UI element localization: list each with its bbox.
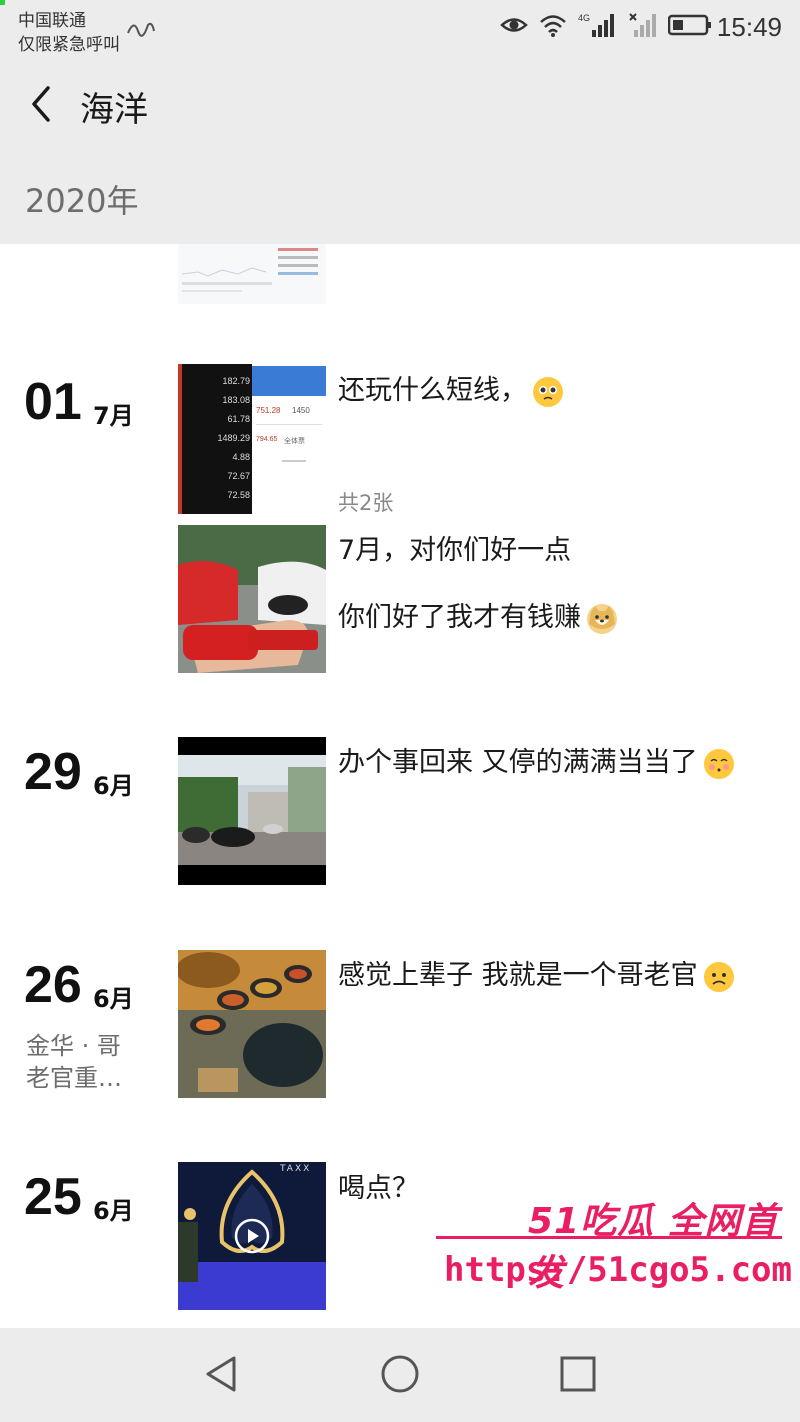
stock-value: 72.58	[227, 490, 250, 500]
post-text: 你们好了我才有钱赚	[338, 595, 617, 634]
post-month: 7月	[93, 402, 134, 430]
stock-right-value: 全体票	[284, 437, 305, 445]
post-text: 7月，对你们好一点	[338, 535, 572, 566]
frowning-face-emoji-icon	[703, 961, 734, 992]
post-text: 办个事回来 又停的满满当当了	[338, 740, 734, 779]
header-bar: 海洋 2020年	[0, 58, 800, 244]
status-bar: 中国联通 仅限紧急呼叫 4G 15:49	[0, 0, 800, 58]
status-icons: 4G	[500, 12, 712, 38]
eye-icon	[500, 18, 528, 32]
network-label: 4G	[578, 13, 590, 23]
pleading-face-emoji-icon	[533, 376, 563, 407]
bar-sign: TAXX	[280, 1164, 312, 1174]
post-day: 25	[24, 1168, 82, 1226]
recents-square-icon[interactable]	[556, 1352, 600, 1396]
post-day: 01	[24, 373, 82, 431]
post-thumbnail-food[interactable]	[178, 950, 326, 1098]
battery-icon	[668, 14, 711, 36]
notification-dot	[0, 0, 5, 5]
post-text: 喝点？	[338, 1173, 419, 1204]
stock-value: 72.67	[227, 471, 250, 481]
post-thumbnail-cars[interactable]	[178, 525, 326, 673]
home-circle-icon[interactable]	[378, 1352, 422, 1396]
stock-value: 1489.29	[217, 433, 250, 443]
page-title: 海洋	[80, 90, 148, 130]
stock-right-value: 751.28	[256, 406, 281, 415]
blushing-face-emoji-icon	[703, 748, 734, 779]
signature-mark-icon	[126, 17, 156, 45]
stock-value: 182.79	[222, 376, 250, 386]
watermark-divider	[436, 1236, 782, 1239]
year-label: 2020年	[25, 182, 139, 220]
post-thumbnail-bar-video[interactable]: TAXX	[178, 1162, 326, 1310]
post-text: 感觉上辈子 我就是一个哥老官	[338, 953, 734, 992]
play-icon[interactable]	[234, 1218, 270, 1254]
carrier-status: 仅限紧急呼叫	[18, 35, 120, 55]
post-thumbnail-stock[interactable]: 182.79 183.08 61.78 1489.29 4.88 72.67 7…	[178, 364, 326, 514]
stock-value: 4.88	[232, 452, 250, 462]
clock: 15:49	[716, 12, 782, 42]
system-nav-bar	[0, 1328, 800, 1422]
stock-value: 183.08	[222, 395, 250, 405]
post-month: 6月	[93, 772, 134, 800]
stock-right-value: 1450	[292, 406, 310, 415]
image-count: 共2张	[338, 491, 394, 515]
carrier-name: 中国联通	[18, 11, 86, 31]
stock-right-value: 794.65	[256, 436, 278, 443]
post-day: 26	[24, 956, 82, 1014]
location-label: 老官重…	[26, 1064, 122, 1092]
post-thumbnail-parking[interactable]	[178, 737, 326, 885]
no-signal-icon	[629, 13, 656, 37]
back-arrow-icon[interactable]	[28, 82, 68, 126]
location-label: 金华 · 哥	[26, 1032, 121, 1060]
doge-emoji-icon	[587, 603, 617, 634]
post-text: 还玩什么短线，	[338, 368, 563, 407]
post-month: 6月	[93, 985, 134, 1013]
wifi-icon	[540, 15, 566, 37]
watermark-url: https:/51cgo5.com	[444, 1250, 792, 1290]
stock-value: 61.78	[227, 414, 250, 424]
back-triangle-icon[interactable]	[200, 1352, 244, 1396]
post-month: 6月	[93, 1197, 134, 1225]
signal-icon: 4G	[578, 13, 614, 37]
post-day: 29	[24, 743, 82, 801]
post-thumbnail-partial[interactable]	[178, 244, 326, 304]
